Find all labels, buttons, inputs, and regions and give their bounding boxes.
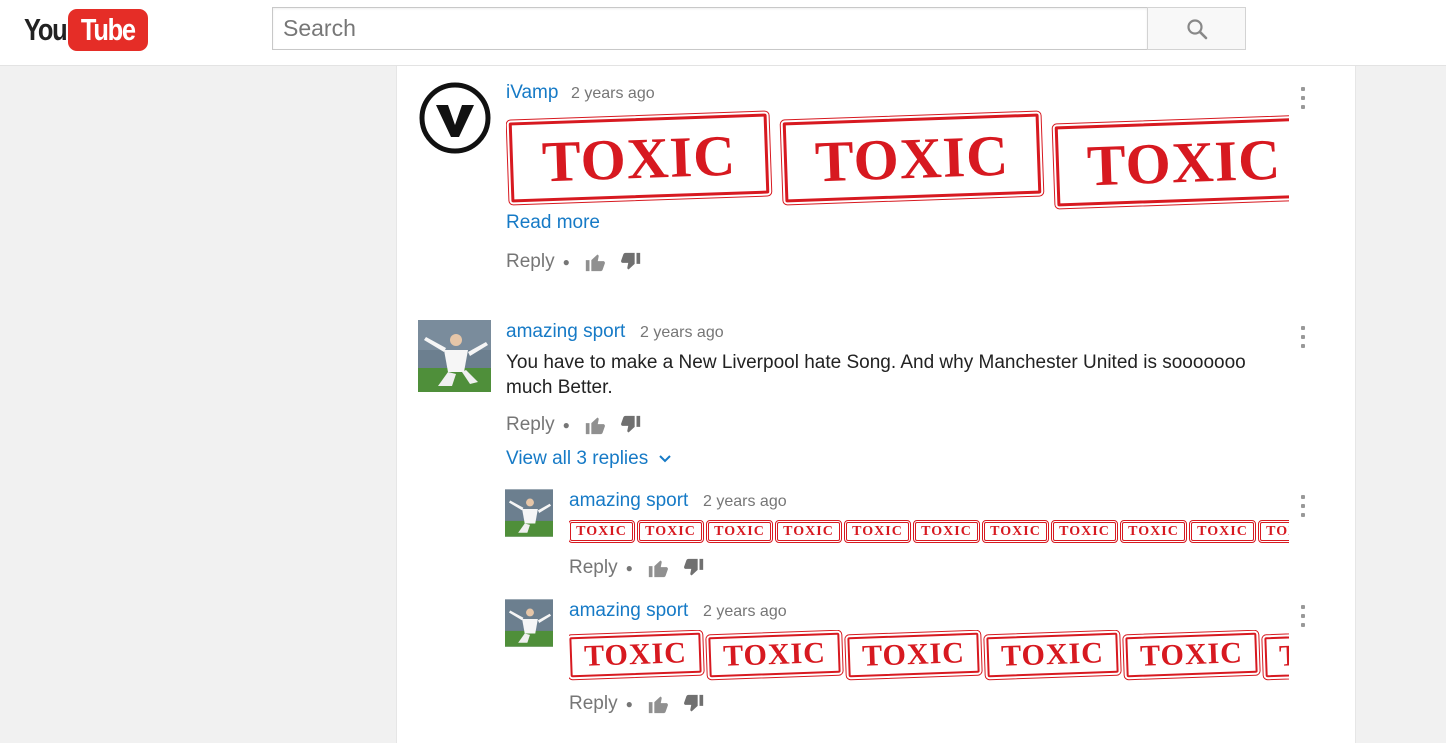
reply-stamp-row: TOXIC TOXIC TOXIC TOXIC TOXIC TOXIC: [569, 630, 1289, 682]
reply-author[interactable]: amazing sport: [569, 490, 688, 512]
comment-actions: Reply ●: [506, 251, 656, 273]
comment-stamp-row: TOXIC TOXIC TOXIC: [506, 110, 1289, 212]
thumbs-up-icon[interactable]: [584, 414, 606, 436]
logo-tube-text: Tube: [80, 12, 136, 47]
logo-you-text: You: [24, 12, 68, 47]
avatar[interactable]: [505, 599, 553, 647]
view-replies-link[interactable]: View all 3 replies: [506, 448, 672, 470]
thumbs-up-icon[interactable]: [647, 557, 669, 579]
toxic-stamp: TOXIC: [844, 520, 911, 543]
thumbs-up-icon[interactable]: [584, 251, 606, 273]
separator-dot: ●: [562, 255, 570, 269]
toxic-stamp: TOXIC: [844, 630, 983, 681]
thumbs-down-icon[interactable]: [683, 693, 705, 715]
separator-dot: ●: [625, 697, 633, 711]
toxic-stamp: TOXIC: [1051, 520, 1118, 543]
toxic-stamp: TOXIC: [569, 520, 635, 543]
reply-button[interactable]: Reply: [506, 251, 555, 273]
thumbs-down-icon[interactable]: [620, 251, 642, 273]
search-button[interactable]: [1147, 7, 1246, 50]
comment-menu-button[interactable]: [1300, 326, 1306, 348]
logo-tube-badge: Tube: [67, 9, 148, 51]
avatar[interactable]: [418, 320, 491, 392]
avatar[interactable]: [505, 489, 553, 537]
reply-time[interactable]: 2 years ago: [703, 603, 787, 621]
reply-author[interactable]: amazing sport: [569, 600, 688, 622]
toxic-stamp: TOXIC: [1051, 114, 1289, 210]
separator-dot: ●: [562, 418, 570, 432]
comment-text: You have to make a New Liverpool hate So…: [506, 352, 1246, 398]
search-input[interactable]: [272, 7, 1148, 50]
reply-stamp-row: TOXIC TOXIC TOXIC TOXIC TOXIC TOXIC TOXI…: [569, 520, 1289, 544]
search-icon: [1186, 18, 1207, 39]
football-player-avatar-icon: [418, 320, 491, 392]
toxic-stamp: TOXIC: [1189, 520, 1256, 543]
toxic-stamp: TOXIC: [706, 520, 773, 543]
vamp-logo-icon: [419, 82, 491, 154]
reply-menu-button[interactable]: [1300, 495, 1306, 517]
avatar[interactable]: [418, 81, 492, 155]
reply-actions: Reply ●: [569, 693, 719, 715]
youtube-logo[interactable]: You Tube: [24, 9, 148, 51]
comment-author[interactable]: iVamp: [506, 82, 558, 104]
toxic-stamp: TOXIC: [1261, 630, 1289, 681]
toxic-stamp: TOXIC: [982, 520, 1049, 543]
toxic-stamp: TOXIC: [506, 110, 773, 206]
reply-button[interactable]: Reply: [506, 414, 555, 436]
reply-actions: Reply ●: [569, 557, 719, 579]
toxic-stamp: TOXIC: [569, 630, 705, 681]
comment-time[interactable]: 2 years ago: [640, 324, 724, 342]
reply-menu-button[interactable]: [1300, 605, 1306, 627]
top-bar: You Tube: [0, 0, 1446, 66]
toxic-stamp: TOXIC: [779, 110, 1045, 206]
comments-panel: iVamp 2 years ago TOXIC TOXIC TOXIC Read…: [396, 66, 1356, 743]
comment-time[interactable]: 2 years ago: [571, 85, 655, 103]
toxic-stamp: TOXIC: [1122, 630, 1261, 681]
thumbs-down-icon[interactable]: [620, 414, 642, 436]
football-player-avatar-icon: [505, 599, 553, 647]
toxic-stamp: TOXIC: [913, 520, 980, 543]
comment-author[interactable]: amazing sport: [506, 321, 625, 343]
thumbs-up-icon[interactable]: [647, 693, 669, 715]
reply-button[interactable]: Reply: [569, 557, 618, 579]
reply-button[interactable]: Reply: [569, 693, 618, 715]
read-more-link[interactable]: Read more: [506, 212, 600, 234]
comment-menu-button[interactable]: [1300, 87, 1306, 109]
toxic-stamp: TOXIC: [637, 520, 704, 543]
toxic-stamp: TOXIC: [1120, 520, 1187, 543]
comment-actions: Reply ●: [506, 414, 656, 436]
toxic-stamp: TOXIC: [705, 630, 844, 681]
chevron-down-icon: [659, 455, 671, 463]
separator-dot: ●: [625, 561, 633, 575]
toxic-stamp: TOXIC: [775, 520, 842, 543]
toxic-stamp: TOXIC: [1258, 520, 1289, 543]
football-player-avatar-icon: [505, 489, 553, 537]
reply-time[interactable]: 2 years ago: [703, 493, 787, 511]
thumbs-down-icon[interactable]: [683, 557, 705, 579]
view-replies-label: View all 3 replies: [506, 448, 649, 469]
toxic-stamp: TOXIC: [983, 630, 1122, 681]
